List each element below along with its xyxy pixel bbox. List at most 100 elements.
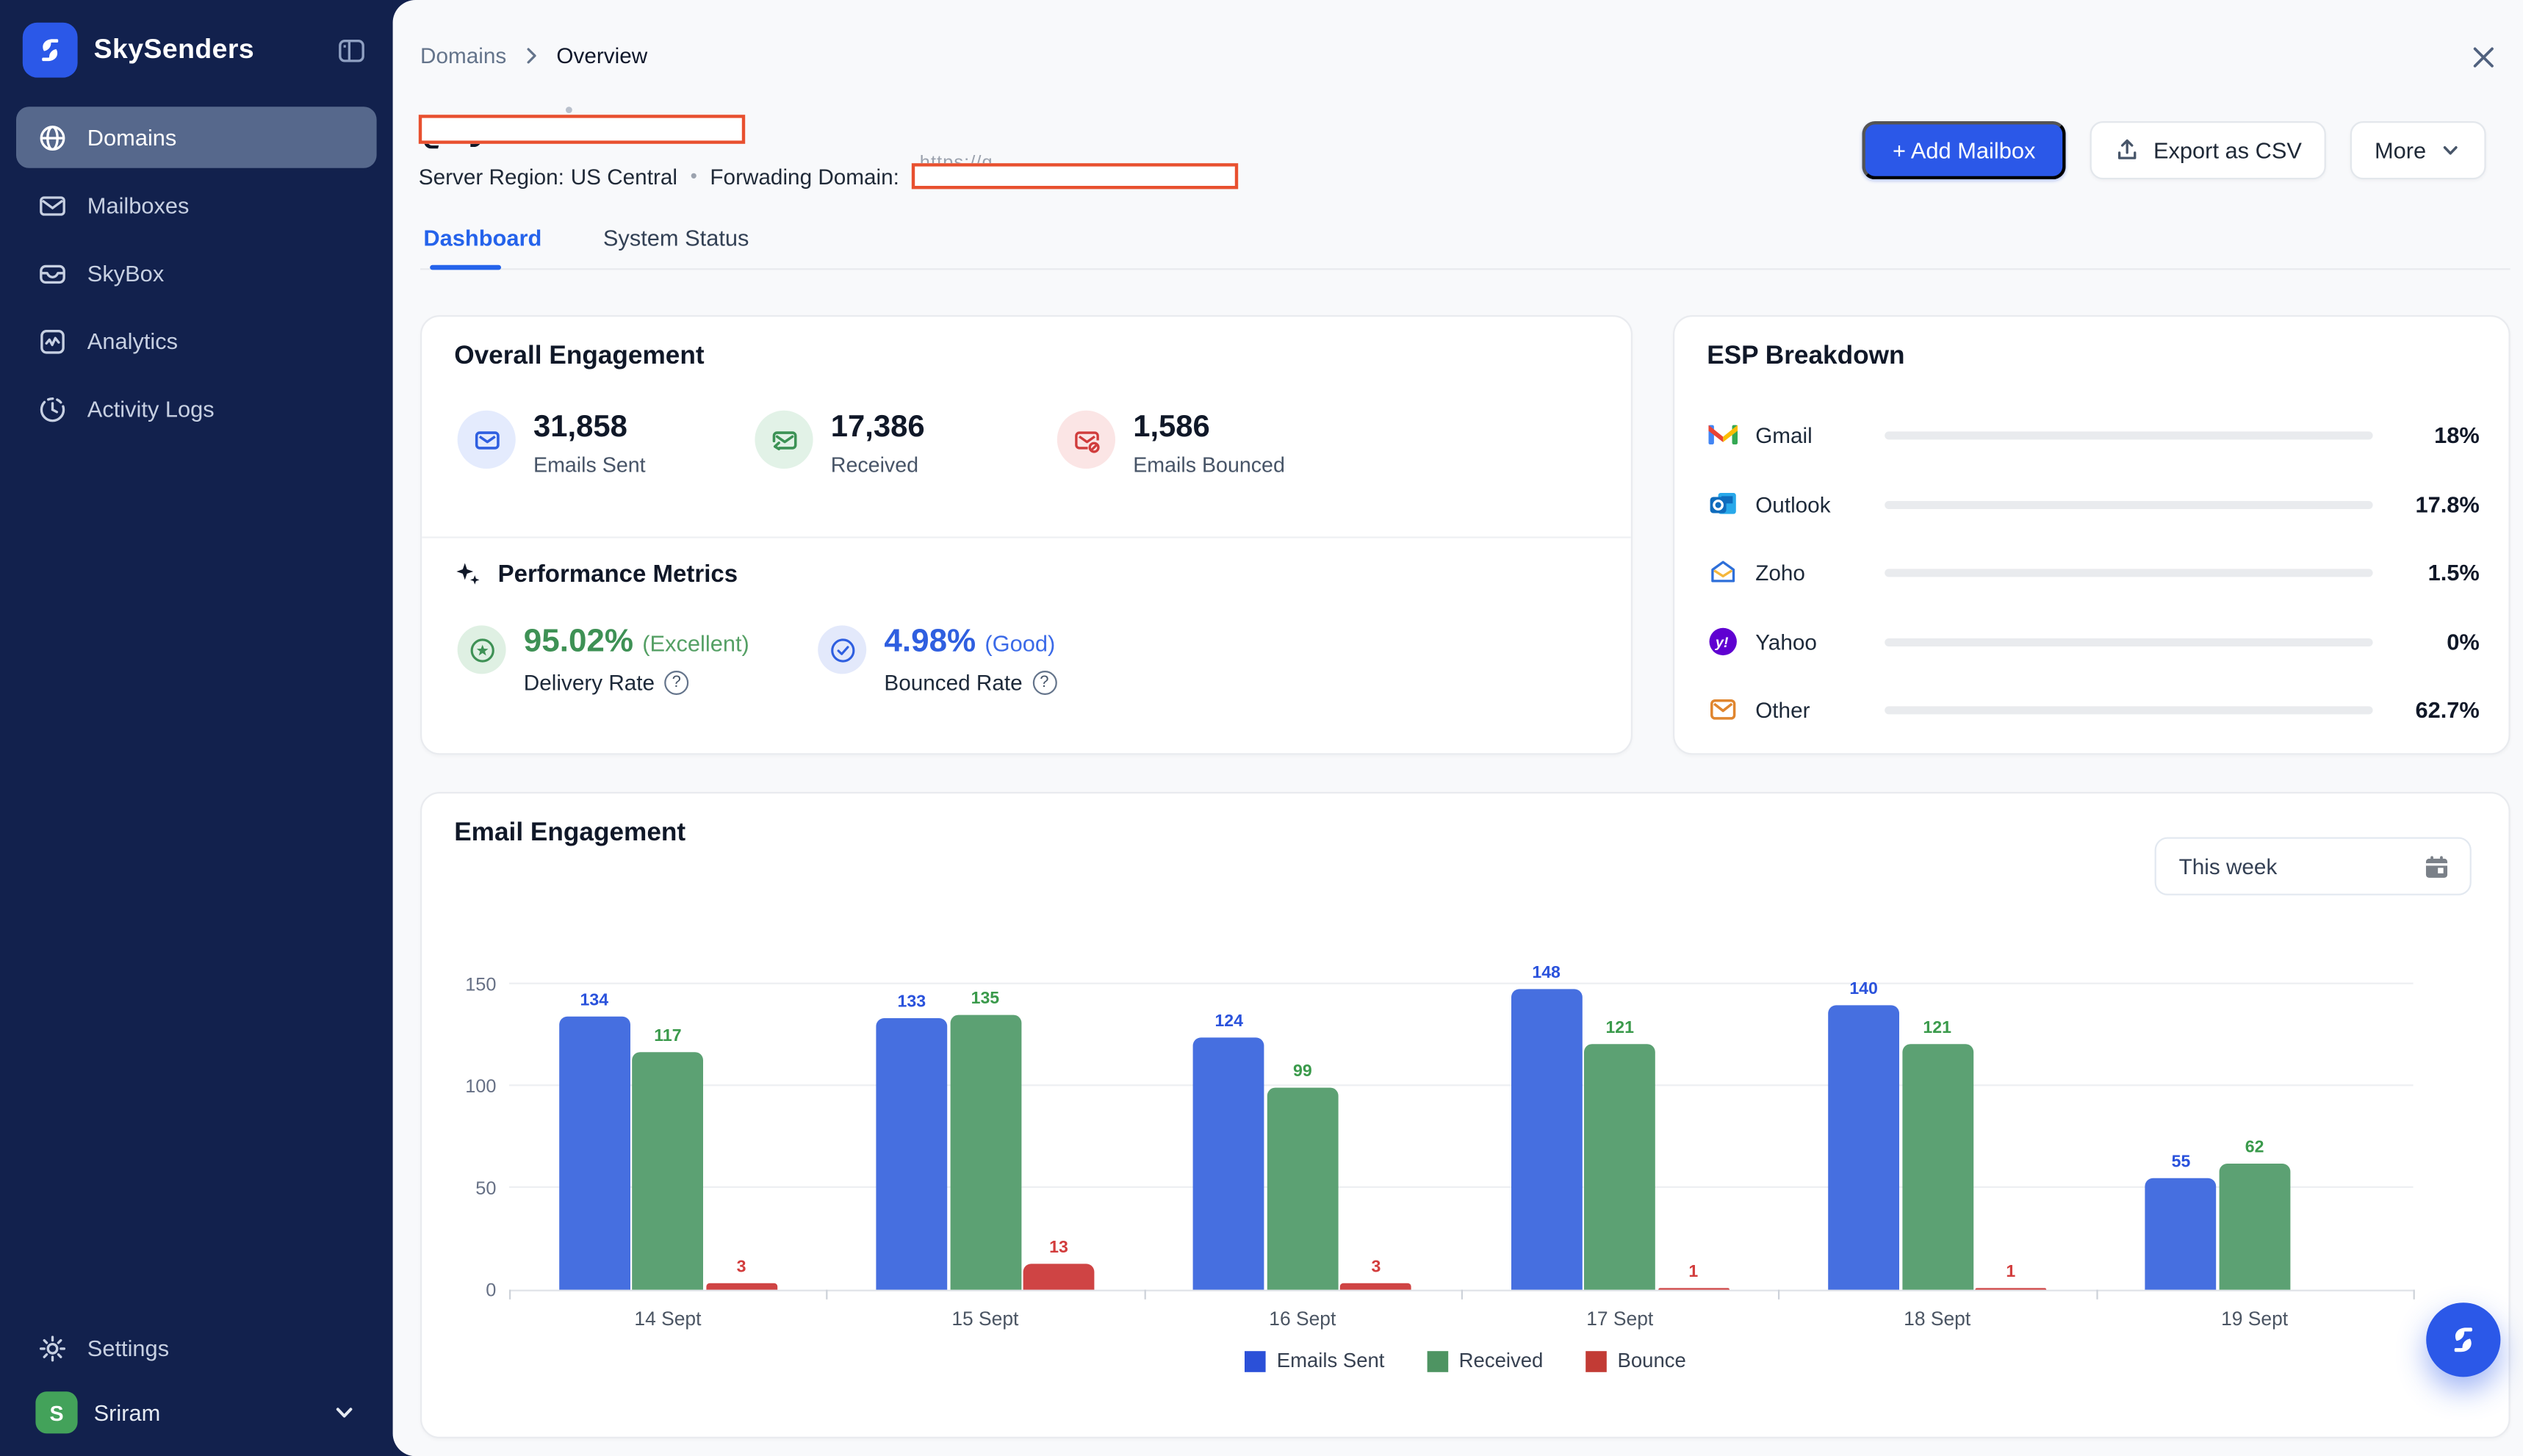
metric-delivery-rate: 95.02% (Excellent) Delivery Rate ? [458, 622, 749, 695]
chart-bar-emails-sent [558, 1017, 630, 1289]
gear-icon [35, 1332, 68, 1364]
legend-label: Bounce [1618, 1349, 1686, 1372]
stat-emails-bounced: 1,586 Emails Bounced [1057, 411, 1285, 477]
bar-value-label: 124 [1181, 1012, 1278, 1031]
sidebar-item-activity-logs[interactable]: Activity Logs [16, 378, 377, 440]
esp-row-gmail: Gmail 18% [1707, 419, 2480, 451]
bar-value-label: 99 [1254, 1062, 1351, 1081]
redaction-box-domain-name [419, 115, 745, 144]
metric-label: Bounced Rate [884, 671, 1022, 695]
breadcrumb-domains[interactable]: Domains [420, 43, 506, 68]
sidebar-item-settings[interactable]: Settings [16, 1317, 377, 1379]
app-window: SkySenders Domains [0, 0, 2523, 1456]
bounced-rate-icon [818, 625, 866, 674]
sidebar-item-skybox[interactable]: SkyBox [16, 242, 377, 304]
sidebar-item-analytics[interactable]: Analytics [16, 310, 377, 372]
x-axis-tick [827, 1290, 828, 1300]
x-axis-tick [509, 1290, 511, 1300]
esp-name: Zoho [1755, 560, 1875, 584]
avatar: S [35, 1391, 77, 1433]
stat-received: 17,386 Received [755, 411, 924, 477]
emails-bounced-icon [1057, 411, 1115, 469]
esp-row-zoho: Zoho 1.5% [1707, 556, 2480, 588]
sidebar-item-domains[interactable]: Domains [16, 107, 377, 168]
x-axis-tick [1461, 1290, 1463, 1300]
help-icon[interactable]: ? [664, 671, 688, 695]
sidebar-item-label: Activity Logs [87, 396, 215, 422]
legend-item-bounce: Bounce [1586, 1349, 1686, 1372]
header-actions: + Add Mailbox Export as CSV More [1862, 121, 2486, 179]
stat-label: Emails Bounced [1133, 453, 1285, 477]
chart-bar-received [1901, 1043, 1973, 1289]
legend-label: Emails Sent [1277, 1349, 1385, 1372]
sidebar: SkySenders Domains [0, 0, 393, 1456]
chart-plot: 05010015014 Sept15 Sept16 Sept17 Sept18 … [509, 986, 2414, 1291]
bar-value-label: 62 [2206, 1138, 2303, 1157]
esp-progress-track [1885, 568, 2372, 576]
sidebar-item-mailboxes[interactable]: Mailboxes [16, 175, 377, 237]
esp-name: Outlook [1755, 492, 1875, 516]
x-axis-tick [1779, 1290, 1780, 1300]
export-csv-button[interactable]: Export as CSV [2090, 121, 2326, 179]
tab-system-status[interactable]: System Status [600, 212, 752, 268]
skysenders-logo-icon [23, 23, 78, 78]
bar-value-label: 121 [1572, 1017, 1669, 1037]
esp-percentage: 0% [2399, 629, 2480, 655]
y-axis-label: 50 [431, 1180, 496, 1199]
x-axis-label: 15 Sept [827, 1308, 1144, 1330]
calendar-icon [2423, 853, 2450, 880]
more-button[interactable]: More [2350, 121, 2486, 179]
sidebar-item-label: Analytics [87, 328, 178, 354]
close-icon[interactable] [2462, 35, 2504, 77]
breadcrumb-overview: Overview [556, 43, 647, 68]
bar-value-label: 117 [619, 1026, 716, 1045]
bar-value-label: 1 [1645, 1262, 1742, 1281]
outlook-icon [1707, 488, 1739, 520]
legend-swatch [1586, 1350, 1607, 1372]
sidebar-collapse-icon[interactable] [331, 31, 370, 70]
esp-percentage: 18% [2399, 422, 2480, 447]
domain-meta: Server Region: US Central • Forwading Do… [419, 162, 1239, 191]
legend-swatch [1427, 1350, 1448, 1372]
user-menu[interactable]: S Sriram [16, 1379, 377, 1434]
brand-row: SkySenders [0, 0, 393, 97]
metric-label: Delivery Rate [524, 671, 655, 695]
stat-emails-sent: 31,858 Emails Sent [458, 411, 646, 477]
x-axis-label: 18 Sept [1779, 1308, 2096, 1330]
legend-label: Received [1459, 1349, 1544, 1372]
add-mailbox-button[interactable]: + Add Mailbox [1862, 121, 2066, 179]
breadcrumb: Domains Overview [420, 43, 647, 68]
gridline [509, 983, 2414, 984]
sparkles-icon [454, 561, 481, 588]
y-axis-label: 100 [431, 1078, 496, 1097]
esp-progress-track [1885, 430, 2372, 439]
esp-progress-track [1885, 500, 2372, 508]
esp-percentage: 62.7% [2399, 696, 2480, 722]
clock-history-icon [35, 393, 68, 425]
tab-dashboard[interactable]: Dashboard [420, 212, 545, 268]
chart-bar-bounce [1023, 1264, 1095, 1290]
chart-bar-bounce [706, 1283, 777, 1289]
other-mail-icon [1707, 693, 1739, 726]
zoho-icon [1707, 556, 1739, 588]
date-range-select[interactable]: This week [2155, 837, 2472, 895]
performance-metrics-header: Performance Metrics [454, 561, 738, 588]
stat-value: 1,586 [1133, 411, 1285, 446]
chart-bar-emails-sent [1828, 1005, 1899, 1290]
server-region-value: US Central [571, 164, 677, 188]
skysenders-fab-button[interactable] [2426, 1302, 2500, 1377]
email-engagement-card: Email Engagement This week 05010015014 S… [420, 792, 2511, 1438]
bar-value-label: 1 [1962, 1262, 2059, 1281]
stat-label: Received [831, 453, 925, 477]
x-axis-label: 14 Sept [509, 1308, 827, 1330]
tab-bar: Dashboard System Status [420, 212, 2511, 270]
yahoo-icon: y! [1707, 625, 1739, 657]
chevron-down-icon [331, 1399, 357, 1425]
emails-sent-icon [458, 411, 516, 469]
esp-row-other: Other 62.7% [1707, 693, 2480, 726]
x-axis-tick [1144, 1290, 1145, 1300]
bar-value-label: 13 [1010, 1237, 1107, 1256]
esp-name: Yahoo [1755, 630, 1875, 654]
help-icon[interactable]: ? [1032, 671, 1057, 695]
bar-value-label: 135 [937, 989, 1034, 1008]
